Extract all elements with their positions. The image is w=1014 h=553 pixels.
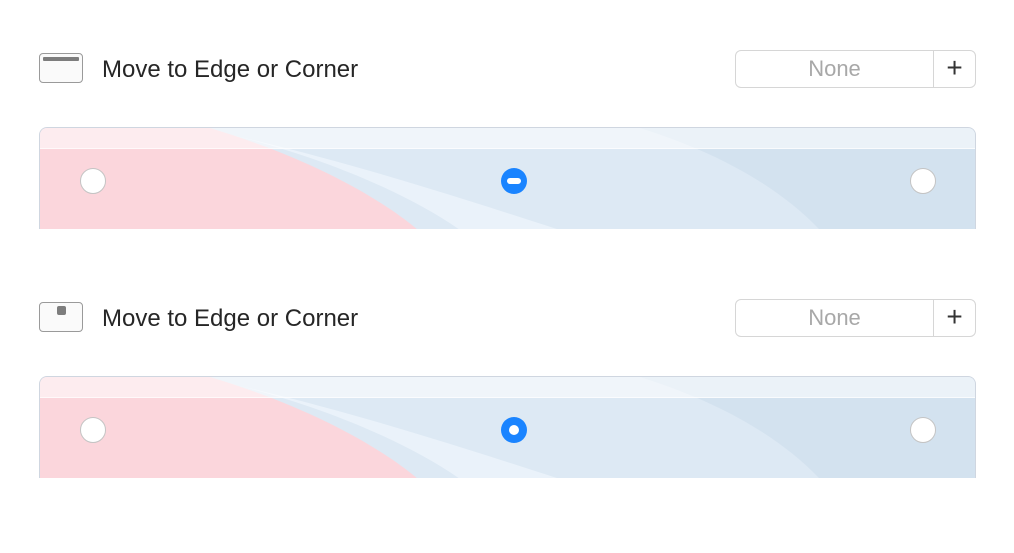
position-right-radio[interactable]: [910, 168, 936, 194]
setting-title: Move to Edge or Corner: [102, 305, 359, 332]
position-center-radio[interactable]: [501, 417, 527, 443]
window-top-edge-icon: [39, 53, 83, 83]
shortcut-recorder[interactable]: None +: [735, 50, 976, 88]
shortcut-field[interactable]: None: [736, 51, 934, 87]
screen-preview: [39, 376, 976, 478]
shortcut-recorder[interactable]: None +: [735, 299, 976, 337]
position-left-radio[interactable]: [80, 168, 106, 194]
screen-preview: [39, 127, 976, 229]
position-center-radio[interactable]: [501, 168, 527, 194]
position-right-radio[interactable]: [910, 417, 936, 443]
setting-title: Move to Edge or Corner: [102, 56, 359, 83]
setting-row-1: Move to Edge or Corner None +: [0, 50, 1014, 90]
selected-dot-icon: [509, 425, 519, 435]
window-corner-square-icon: [39, 302, 83, 332]
shortcut-field[interactable]: None: [736, 300, 934, 336]
add-shortcut-button[interactable]: +: [934, 51, 975, 87]
menu-bar: [40, 128, 975, 149]
setting-row-2: Move to Edge or Corner None +: [0, 299, 1014, 339]
minus-icon: [507, 178, 521, 184]
menu-bar: [40, 377, 975, 398]
position-left-radio[interactable]: [80, 417, 106, 443]
add-shortcut-button[interactable]: +: [934, 300, 975, 336]
